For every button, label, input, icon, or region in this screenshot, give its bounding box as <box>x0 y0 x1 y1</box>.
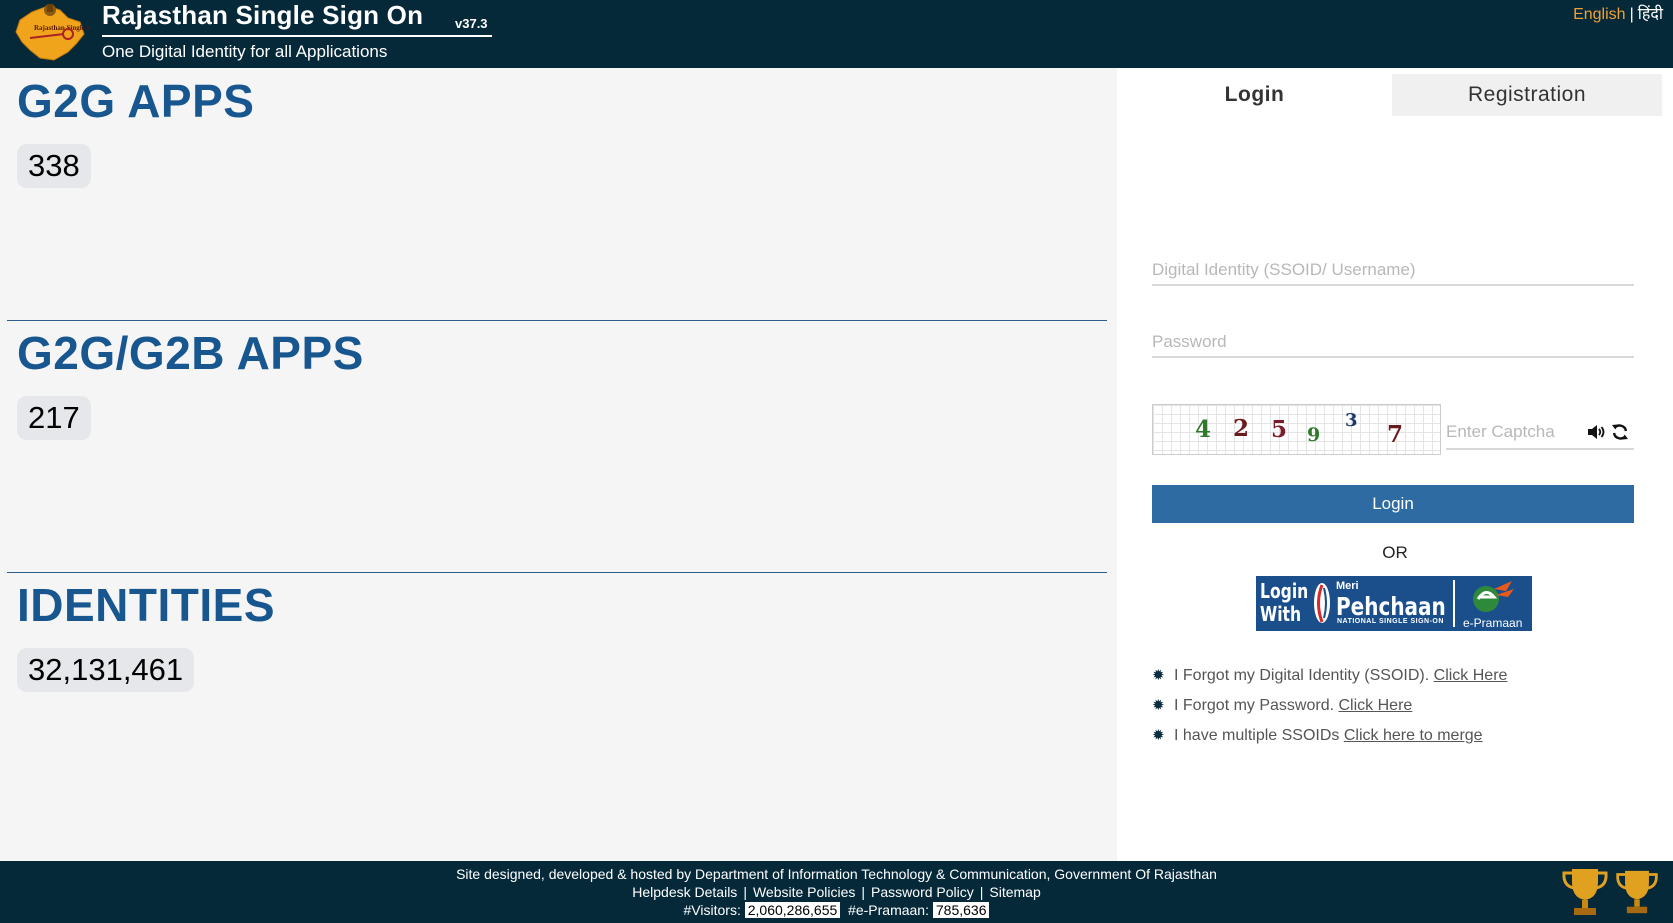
help-text: I Forgot my Digital Identity (SSOID). <box>1174 667 1430 684</box>
footer-separator: | <box>979 884 984 900</box>
captcha-digit: 4 <box>1195 416 1212 443</box>
visitors-label: #Visitors: <box>683 902 741 918</box>
stat-count: 217 <box>17 396 91 440</box>
lang-english-link[interactable]: English <box>1573 6 1625 23</box>
bullet-icon: ✹ <box>1152 727 1165 744</box>
captcha-digit: 3 <box>1345 410 1358 431</box>
pehchaan-name: Pehchaan <box>1336 592 1446 621</box>
forgot-password-link[interactable]: Click Here <box>1339 697 1413 714</box>
help-link-forgot-ssoid: ✹ I Forgot my Digital Identity (SSOID). C… <box>1152 666 1652 696</box>
stat-identities: IDENTITIES 32,131,461 <box>7 578 1107 692</box>
or-separator: OR <box>1382 543 1408 562</box>
captcha-digit: 2 <box>1233 415 1250 442</box>
stat-divider <box>7 572 1107 573</box>
stat-g2g-g2b-apps: G2G/G2B APPS 217 <box>7 326 1107 440</box>
epramaan-count-label: #e-Pramaan: <box>848 902 929 918</box>
svg-text:Rajasthan Single Sign On: Rajasthan Single Sign On <box>34 24 90 32</box>
forgot-ssoid-link[interactable]: Click Here <box>1434 667 1508 684</box>
username-field-wrapper <box>1152 256 1634 286</box>
rajasthan-logo-icon[interactable]: Rajasthan Single Sign On <box>10 0 90 66</box>
pehchaan-emblem-icon <box>1314 583 1330 623</box>
stat-title: IDENTITIES <box>17 579 276 631</box>
pehchaan-subtitle: NATIONAL SINGLE SIGN-ON <box>1337 618 1444 625</box>
help-links-list: ✹ I Forgot my Digital Identity (SSOID). C… <box>1152 666 1652 756</box>
footer-links: Helpdesk Details | Website Policies | Passwo… <box>0 884 1673 900</box>
captcha-digit: 5 <box>1271 416 1288 443</box>
footer-counters: #Visitors: 2,060,286,655 #e-Pramaan: 785… <box>0 902 1673 918</box>
language-switcher: English | हिंदी <box>1573 2 1663 24</box>
title-underline <box>102 35 492 37</box>
stat-title: G2G APPS <box>17 75 255 127</box>
merge-ssoids-link[interactable]: Click here to merge <box>1344 727 1483 744</box>
sitemap-link[interactable]: Sitemap <box>989 884 1040 900</box>
password-field-wrapper <box>1152 328 1634 358</box>
epramaan-count: 785,636 <box>932 902 990 918</box>
trophy-icon <box>1562 869 1608 915</box>
trophy-icon <box>1616 870 1658 914</box>
pehchaan-divider <box>1453 580 1455 627</box>
bullet-icon: ✹ <box>1152 697 1165 714</box>
captcha-input[interactable] <box>1446 416 1586 448</box>
tab-registration[interactable]: Registration <box>1392 74 1662 116</box>
visitors-count: 2,060,286,655 <box>744 902 841 918</box>
login-button[interactable]: Login <box>1152 485 1634 523</box>
captcha-image: 4 2 5 9 3 7 <box>1152 404 1441 455</box>
helpdesk-details-link[interactable]: Helpdesk Details <box>632 884 737 900</box>
pehchaan-login-with: Login With <box>1260 579 1309 626</box>
bullet-icon: ✹ <box>1152 667 1165 684</box>
website-policies-link[interactable]: Website Policies <box>753 884 855 900</box>
audio-captcha-icon[interactable] <box>1586 422 1606 442</box>
captcha-digit: 9 <box>1307 424 1321 446</box>
tab-login[interactable]: Login <box>1117 74 1392 116</box>
site-footer: Site designed, developed & hosted by Dep… <box>0 861 1673 923</box>
captcha-field-wrapper <box>1446 416 1634 450</box>
version-label: v37.3 <box>455 16 488 31</box>
site-title: Rajasthan Single Sign On <box>102 0 424 30</box>
username-input[interactable] <box>1152 256 1634 284</box>
footer-separator: | <box>861 884 866 900</box>
epramaan-label: e-Pramaan <box>1463 616 1523 630</box>
help-link-forgot-password: ✹ I Forgot my Password. Click Here <box>1152 696 1652 726</box>
help-text: I have multiple SSOIDs <box>1174 727 1340 744</box>
meri-pehchaan-login-button[interactable]: Login With Meri Pehchaan NATIONAL SINGLE… <box>1256 576 1532 631</box>
help-link-merge-ssoids: ✹ I have multiple SSOIDs Click here to me… <box>1152 726 1652 756</box>
site-header: Rajasthan Single Sign On Rajasthan Singl… <box>0 0 1673 68</box>
stat-title: G2G/G2B APPS <box>17 327 364 379</box>
stat-count: 338 <box>17 144 91 188</box>
epramaan-logo-icon <box>1473 581 1514 612</box>
footer-separator: | <box>743 884 747 900</box>
stat-divider <box>7 320 1107 321</box>
help-text: I Forgot my Password. <box>1174 697 1335 714</box>
login-panel: Login Registration 4 2 5 9 3 7 Login OR … <box>1117 68 1673 861</box>
stats-panel: G2G APPS 338 G2G/G2B APPS 217 IDENTITIES… <box>0 68 1117 861</box>
lang-hindi-link[interactable]: हिंदी <box>1638 6 1663 23</box>
refresh-captcha-icon[interactable] <box>1610 422 1630 442</box>
pehchaan-meri: Meri <box>1336 580 1359 592</box>
lang-separator: | <box>1629 6 1634 23</box>
password-input[interactable] <box>1152 328 1634 356</box>
password-policy-link[interactable]: Password Policy <box>871 884 974 900</box>
site-tagline: One Digital Identity for all Application… <box>102 42 388 61</box>
captcha-digit: 7 <box>1387 421 1404 448</box>
stat-g2g-apps: G2G APPS 338 <box>7 74 1107 188</box>
footer-credit: Site designed, developed & hosted by Dep… <box>456 866 1217 882</box>
stat-count: 32,131,461 <box>17 648 195 692</box>
